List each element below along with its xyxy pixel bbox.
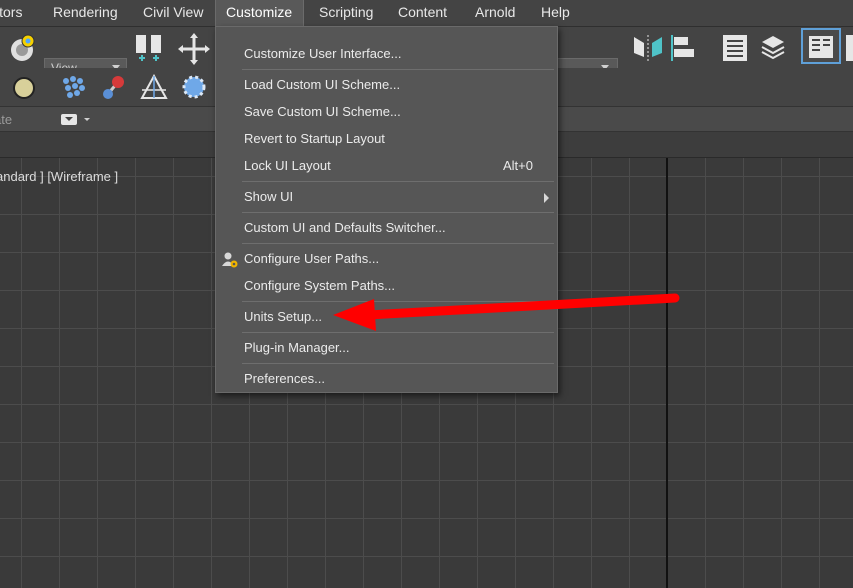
menu-customize[interactable]: Customize: [215, 0, 304, 26]
move-gizmo-icon[interactable]: [178, 33, 210, 65]
menu-separator: [242, 243, 554, 244]
menu-item-label: Custom UI and Defaults Switcher...: [244, 220, 446, 235]
ribbon-options-icon[interactable]: [60, 113, 94, 127]
menu-separator: [242, 301, 554, 302]
menu-bar: itors Rendering Civil View Customize Scr…: [0, 0, 853, 26]
menu-item-plugin-manager[interactable]: Plug-in Manager...: [216, 335, 557, 361]
menu-item-preferences[interactable]: Preferences...: [216, 366, 557, 392]
viewport-axis-line: [666, 158, 668, 588]
molecule-icon[interactable]: [100, 72, 128, 102]
menu-separator: [242, 212, 554, 213]
scene-explorer-icon[interactable]: [721, 33, 749, 63]
menu-separator: [242, 332, 554, 333]
menu-item-label: Preferences...: [244, 371, 325, 386]
menu-editors[interactable]: itors: [0, 0, 40, 26]
menu-content[interactable]: Content: [398, 0, 447, 26]
menu-arnold[interactable]: Arnold: [475, 0, 515, 26]
menu-item-load-scheme[interactable]: Load Custom UI Scheme...: [216, 72, 557, 98]
menu-item-ui-switcher[interactable]: Custom UI and Defaults Switcher...: [216, 215, 557, 241]
menu-separator: [242, 69, 554, 70]
menu-item-label: Configure User Paths...: [244, 251, 380, 266]
menu-item-revert-layout[interactable]: Revert to Startup Layout: [216, 126, 557, 152]
customize-menu: Customize User Interface... Load Custom …: [215, 26, 558, 393]
menu-item-label: Revert to Startup Layout: [244, 131, 385, 146]
menu-rendering[interactable]: Rendering: [53, 0, 118, 26]
mirror-icon[interactable]: [632, 33, 664, 63]
render-setup-icon[interactable]: [180, 73, 208, 101]
ribbon-icon: [809, 36, 833, 58]
select-link-icon[interactable]: [6, 32, 40, 64]
menu-item-system-paths[interactable]: Configure System Paths...: [216, 273, 557, 299]
menu-item-label: Load Custom UI Scheme...: [244, 77, 401, 92]
particle-grid-icon[interactable]: [60, 73, 88, 101]
menu-help[interactable]: Help: [541, 0, 570, 26]
pivot-center-icon[interactable]: [134, 31, 166, 65]
shortcut-label: Alt+0: [503, 158, 533, 173]
menu-item-label: Save Custom UI Scheme...: [244, 104, 401, 119]
submenu-arrow-icon: [544, 193, 549, 203]
menu-item-label: Customize User Interface...: [244, 46, 402, 61]
layer-explorer-icon[interactable]: [759, 33, 787, 63]
menu-item-customize-ui[interactable]: Customize User Interface...: [216, 41, 557, 67]
menu-separator: [242, 363, 554, 364]
menu-item-label: Lock UI Layout: [244, 158, 331, 173]
menu-item-lock-layout[interactable]: Lock UI Layout Alt+0: [216, 153, 557, 179]
user-settings-icon: [222, 252, 238, 268]
menu-item-label: Configure System Paths...: [244, 278, 396, 293]
panel-icon[interactable]: [844, 33, 853, 63]
menu-item-label: Show UI: [244, 189, 294, 204]
ribbon-toggle-button[interactable]: [801, 28, 841, 64]
viewport-label[interactable]: andard ] [Wireframe ]: [0, 169, 118, 184]
render-frame-icon[interactable]: [140, 74, 168, 102]
ribbon-label: ate: [0, 112, 13, 127]
menu-separator: [242, 181, 554, 182]
menu-item-show-ui[interactable]: Show UI: [216, 184, 557, 210]
menu-item-units-setup[interactable]: Units Setup...: [216, 304, 557, 330]
menu-scripting[interactable]: Scripting: [319, 0, 373, 26]
menu-item-label: Plug-in Manager...: [244, 340, 350, 355]
align-icon[interactable]: [670, 33, 700, 63]
material-sphere-icon[interactable]: [12, 76, 36, 100]
menu-civil-view[interactable]: Civil View: [143, 0, 203, 26]
menu-item-user-paths[interactable]: Configure User Paths...: [216, 246, 557, 272]
menu-item-save-scheme[interactable]: Save Custom UI Scheme...: [216, 99, 557, 125]
menu-item-label: Units Setup...: [244, 309, 323, 324]
